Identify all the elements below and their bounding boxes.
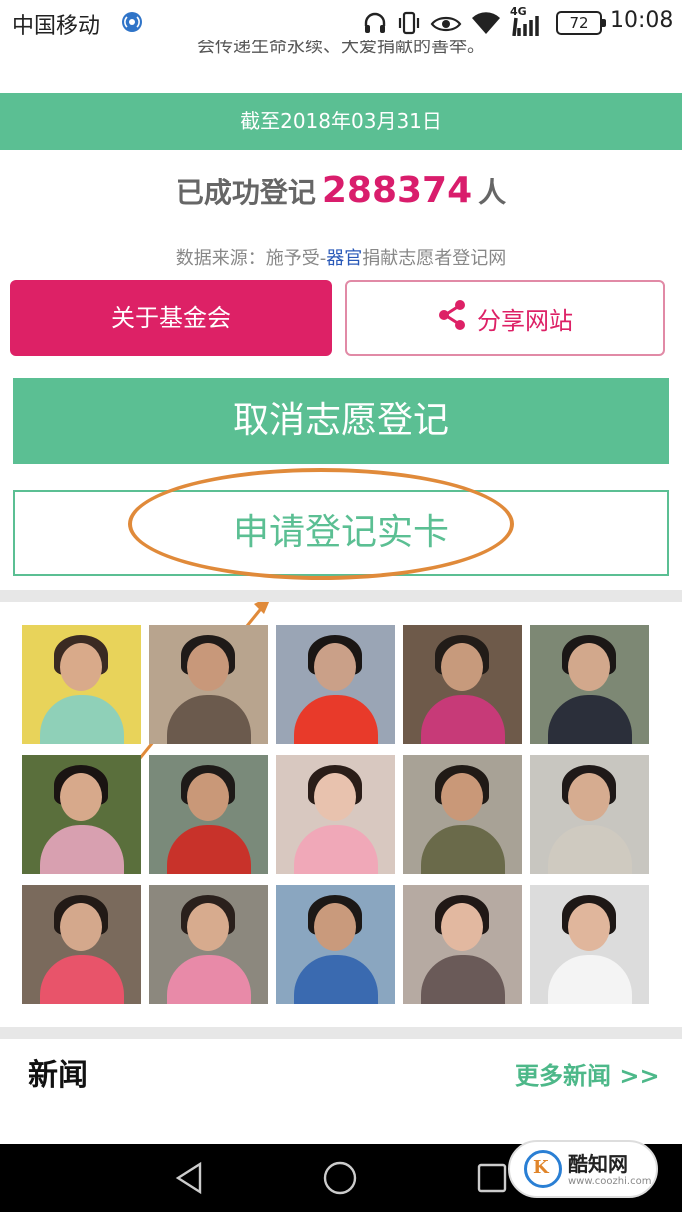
source-highlight: 器官 — [326, 248, 363, 269]
registration-count: 已成功登记 288374 人 — [0, 170, 682, 211]
site-watermark: K 酷知网 www.coozhi.com — [508, 1140, 658, 1198]
signal-icon — [512, 14, 542, 40]
share-website-button[interactable]: 分享网站 — [345, 280, 665, 356]
volunteer-photo — [149, 625, 268, 744]
volunteer-photo — [22, 885, 141, 1004]
carrier-label: 中国移动 — [12, 14, 101, 39]
volunteer-photo — [149, 885, 268, 1004]
volunteer-photo — [530, 885, 649, 1004]
intro-text: 会传递生命永续、大爱捐献的善举。 — [197, 40, 485, 57]
home-icon[interactable] — [322, 1160, 358, 1200]
volunteer-photo-grid — [22, 625, 649, 1007]
share-icon — [437, 298, 477, 338]
recent-apps-icon[interactable] — [476, 1162, 508, 1198]
watermark-logo-letter: K — [533, 1157, 549, 1178]
eye-comfort-icon — [430, 10, 462, 40]
battery-indicator: 72 — [556, 11, 606, 35]
headphones-icon — [362, 10, 388, 40]
back-icon[interactable] — [172, 1160, 208, 1200]
volunteer-photo — [403, 755, 522, 874]
hotspot-icon — [120, 10, 144, 38]
clock: 10:08 — [610, 8, 674, 33]
watermark-name: 酷知网 — [568, 1152, 628, 1176]
about-foundation-button[interactable]: 关于基金会 — [10, 280, 332, 356]
cancel-registration-button[interactable]: 取消志愿登记 — [13, 378, 669, 464]
date-banner: 截至2018年03月31日 — [0, 93, 682, 150]
volunteer-photo — [149, 755, 268, 874]
volunteer-photo — [530, 755, 649, 874]
volunteer-photo — [276, 625, 395, 744]
source-prefix: 数据来源：施予受- — [175, 248, 327, 269]
watermark-url: www.coozhi.com — [568, 1176, 652, 1187]
data-source: 数据来源：施予受-器官捐献志愿者登记网 — [0, 244, 682, 270]
wifi-icon — [470, 10, 502, 40]
volunteer-photo — [530, 625, 649, 744]
section-divider — [0, 1027, 682, 1039]
more-news-link[interactable]: 更多新闻 >> — [515, 1056, 660, 1091]
apply-card-button[interactable]: 申请登记实卡 — [13, 490, 669, 576]
volunteer-photo — [403, 625, 522, 744]
vibrate-icon — [396, 10, 422, 40]
volunteer-photo — [22, 625, 141, 744]
volunteer-photo — [276, 755, 395, 874]
registration-number: 288374 — [321, 170, 473, 211]
share-label: 分享网站 — [477, 306, 573, 335]
source-suffix: 捐献志愿者登记网 — [362, 248, 507, 269]
watermark-logo: K — [524, 1150, 562, 1188]
news-heading: 新闻 — [28, 1058, 88, 1093]
volunteer-photo — [276, 885, 395, 1004]
volunteer-photo — [403, 885, 522, 1004]
registration-prefix: 已成功登记 — [175, 176, 316, 209]
registration-suffix: 人 — [478, 176, 507, 209]
volunteer-photo — [22, 755, 141, 874]
section-divider — [0, 590, 682, 602]
